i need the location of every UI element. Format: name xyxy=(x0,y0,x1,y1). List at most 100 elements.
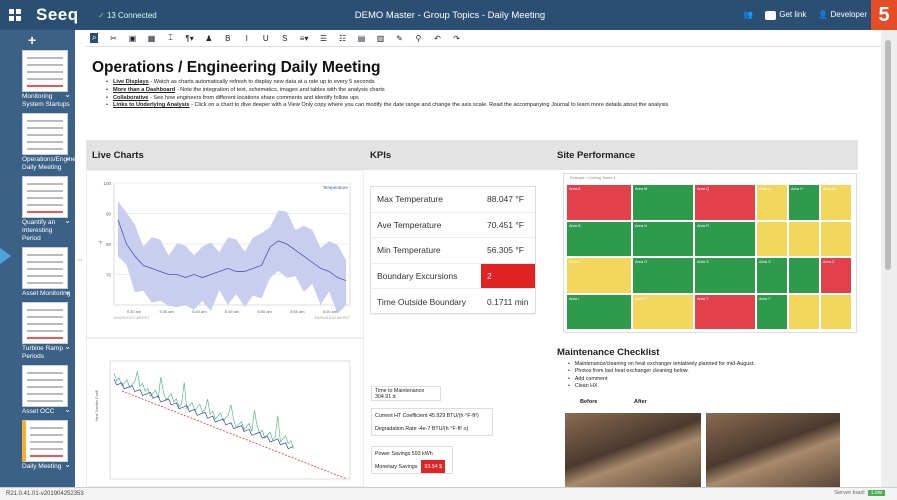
sidebar-thumbnail[interactable] xyxy=(22,113,68,155)
section-live-charts: Live Charts xyxy=(86,140,364,170)
version-label: R21.0.41.01-v201904252353 xyxy=(6,491,84,497)
heatmap-cell[interactable]: Area M xyxy=(632,184,694,221)
bullet-link[interactable]: Links to Underlying Analysis xyxy=(113,102,190,108)
sidebar-thumbnail[interactable] xyxy=(22,50,68,92)
toolbar-button[interactable]: S xyxy=(281,34,289,43)
sidebar-thumbnail[interactable] xyxy=(22,176,68,218)
x-tick-label: 6:00 am xyxy=(323,309,338,314)
checklist-item: Clean HX xyxy=(568,383,755,390)
site-performance-heatmap[interactable]: Example › Cooling Tower 4 Area A Area M Ar… xyxy=(563,173,857,333)
toolbar-button[interactable]: ♟ xyxy=(205,34,213,43)
toolbar-button[interactable]: ✎ xyxy=(395,34,403,43)
get-link-button[interactable]: Get link xyxy=(765,10,806,20)
sidebar-item-label[interactable]: Turbine Ramp Periods xyxy=(0,343,75,361)
sidebar-item-label[interactable]: Operations/Engineering Daily Meeting xyxy=(0,154,90,172)
y-tick-label: 70 xyxy=(106,273,112,278)
user-menu[interactable]: 👤 Developer xyxy=(818,10,867,19)
kpi-row: Min Temperature 56.305 °F xyxy=(371,238,535,264)
temperature-chart[interactable]: 100 90 80 70 Temperature °F 5:30 am 5:35 am 5:40… xyxy=(92,175,358,331)
document-scrollbar[interactable] xyxy=(881,30,897,487)
bullet-text: - Watch as charts automatically refresh … xyxy=(148,79,375,85)
kpi-label: Min Temperature xyxy=(377,245,441,256)
toolbar-button[interactable]: I xyxy=(243,34,251,43)
toolbar-button[interactable]: ≡▾ xyxy=(300,34,309,43)
sidebar-thumbnail[interactable] xyxy=(22,420,68,462)
heatmap-cell[interactable]: Area Y xyxy=(756,293,788,330)
server-load-badge: Low xyxy=(868,490,885,496)
toolbar-button[interactable]: ¶▾ xyxy=(185,34,193,43)
toolbar-button[interactable]: U xyxy=(262,34,270,43)
heatmap-cell[interactable]: Area S xyxy=(694,257,756,294)
connection-status[interactable]: ✓ 13 Connected xyxy=(98,11,157,20)
sidebar-thumbnail[interactable] xyxy=(22,365,68,407)
heatmap-cell[interactable]: Area W xyxy=(820,184,852,221)
heatmap-cell[interactable] xyxy=(756,220,788,257)
heatmap-cell[interactable]: Area P xyxy=(632,293,694,330)
heatmap-cell[interactable] xyxy=(820,220,852,257)
bullet-link[interactable]: More than a Dashboard xyxy=(113,87,175,93)
toolbar-button[interactable]: B xyxy=(224,34,232,43)
checklist-item: Add comment xyxy=(568,376,755,383)
degradation-rate: Degradation Rate -4e-7 BTU/(h·°F·ft²·s) xyxy=(375,425,469,432)
x-tick-label: 5:40 am xyxy=(192,309,207,314)
users-icon[interactable]: 👥 xyxy=(743,10,753,19)
heatmap-cell[interactable] xyxy=(820,293,852,330)
add-worksheet-button[interactable]: + xyxy=(0,30,75,48)
page-title: DEMO Master - Group Topics - Daily Meeti… xyxy=(354,9,546,21)
heatmap-cell[interactable]: Area V xyxy=(788,184,820,221)
bullet-link[interactable]: Live Displays xyxy=(113,79,149,85)
heatmap-cell[interactable] xyxy=(788,257,820,294)
heatmap-cell[interactable]: Area N xyxy=(632,220,694,257)
toolbar-button[interactable]: ↷ xyxy=(452,34,460,43)
intro-bullets: Live Displays - Watch as charts automati… xyxy=(106,79,668,110)
heat-transfer-chart[interactable]: Heat Transfer Coeff xyxy=(92,351,358,485)
heatmap-cell[interactable] xyxy=(788,293,820,330)
sidebar-item-label[interactable]: Asset OCC xyxy=(0,406,75,416)
toolbar-button[interactable]: ☰ xyxy=(319,34,327,43)
toolbar-button[interactable]: ⌶ xyxy=(166,33,174,43)
after-photo xyxy=(706,413,840,487)
y-axis-label: °F xyxy=(98,240,103,245)
kpi-value: 88.047 °F xyxy=(487,194,524,205)
editor-toolbar: ⌕ ✂ ▣ ▦ ⌶ ¶▾ ♟ B I U S ≡▾ ☰ ☷ ▤ ▥ ✎ ⚲ ↶ ↷ xyxy=(86,30,881,47)
app-menu-icon[interactable] xyxy=(0,0,30,30)
x-tick-label: 5:30 am xyxy=(127,309,142,314)
heatmap-cell[interactable]: Area R xyxy=(694,220,756,257)
scrollbar-thumb[interactable] xyxy=(885,40,891,270)
sidebar-resize-handle[interactable]: ⇔ xyxy=(76,255,84,264)
heatmap-cell[interactable]: Area C xyxy=(566,257,632,294)
kpi-label: Time Outside Boundary xyxy=(377,296,466,307)
heatmap-cell[interactable]: Area U xyxy=(756,184,788,221)
heatmap-cell[interactable]: Area A xyxy=(566,184,632,221)
sidebar-item-label[interactable]: Daily Meeting xyxy=(0,461,75,471)
heatmap-cell[interactable]: Area X xyxy=(756,257,788,294)
toolbar-button[interactable]: ▤ xyxy=(357,34,366,43)
heatmap-cell[interactable]: Area Z xyxy=(820,257,852,294)
sidebar-thumbnail[interactable] xyxy=(22,302,68,344)
toolbar-button[interactable]: ▥ xyxy=(376,34,385,43)
heatmap-cell[interactable] xyxy=(788,220,820,257)
toolbar-button[interactable]: ☷ xyxy=(338,34,346,43)
sidebar-item-label[interactable]: Monitoring System Startups xyxy=(0,91,75,109)
bullet-link[interactable]: Collaborative xyxy=(113,95,148,101)
checklist-item: Photos from last heat exchanger cleaning… xyxy=(568,368,755,375)
toolbar-button[interactable]: ↶ xyxy=(433,34,441,43)
sidebar-item-label[interactable]: Asset Monitoring xyxy=(0,288,75,298)
toolbar-button[interactable]: ▦ xyxy=(147,34,156,43)
ht-coefficient: Current HT Coefficient 45.929 BTU/(h·°F·… xyxy=(375,412,479,419)
toolbar-button[interactable]: ✂ xyxy=(109,34,117,43)
sidebar-thumbnail[interactable] xyxy=(22,247,68,289)
heatmap-cell[interactable]: Area I xyxy=(566,293,632,330)
heatmap-cell[interactable]: Area B xyxy=(566,220,632,257)
plot-area xyxy=(109,360,351,480)
toolbar-button[interactable]: ⌕ xyxy=(90,33,99,43)
heatmap-cell[interactable]: Area T xyxy=(694,293,756,330)
heatmap-cell[interactable]: Area O xyxy=(632,257,694,294)
y-tick-label: 100 xyxy=(103,181,111,186)
sidebar-item-label[interactable]: Quantify an Interesting Period xyxy=(0,217,75,243)
time-to-maintenance: Time to Maintenance 304.91 d xyxy=(375,387,425,400)
heatmap-cell[interactable]: Area Q xyxy=(694,184,756,221)
toolbar-button[interactable]: ⚲ xyxy=(414,34,422,43)
power-savings: Power Savings 593 kWh xyxy=(375,450,433,457)
toolbar-button[interactable]: ▣ xyxy=(128,34,137,43)
